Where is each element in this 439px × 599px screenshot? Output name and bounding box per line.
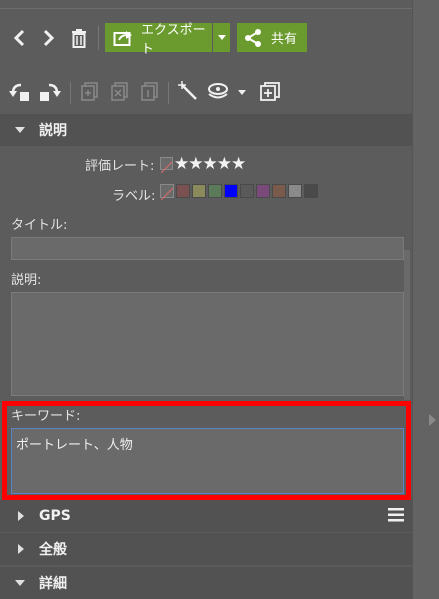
title-field[interactable] — [11, 237, 404, 260]
expand-icon — [18, 544, 24, 554]
keywords-field[interactable]: ポートレート、人物 — [11, 428, 404, 494]
menu-icon[interactable] — [386, 505, 406, 525]
collapse-icon — [15, 580, 25, 586]
toolbar-separator — [168, 82, 169, 104]
section-description-title: 説明 — [39, 123, 67, 139]
trash-icon[interactable] — [68, 26, 90, 50]
share-icon — [243, 28, 263, 48]
label-color-swatch[interactable] — [176, 184, 190, 198]
expand-icon — [18, 511, 24, 521]
collapse-icon — [15, 127, 25, 133]
presets-icon[interactable] — [207, 80, 231, 104]
label-color-swatch[interactable] — [272, 184, 286, 198]
chevron-right-icon[interactable] — [40, 26, 58, 50]
rotate-left-icon[interactable] — [8, 80, 34, 104]
caret-down-icon — [217, 35, 226, 40]
remove-version-icon — [110, 81, 130, 103]
export-icon — [113, 29, 133, 47]
section-details-title: 詳細 — [39, 576, 67, 592]
toolbar-separator — [70, 82, 71, 104]
rating-label: 評価レート: — [85, 159, 155, 174]
rating-stars[interactable]: ★★★★★ — [174, 154, 246, 174]
label-color-swatch[interactable] — [304, 184, 318, 198]
chevron-left-icon[interactable] — [10, 26, 28, 50]
panel-collapse-strip[interactable] — [412, 0, 439, 599]
section-gps-header[interactable]: GPS — [0, 500, 412, 532]
label-color-swatch[interactable] — [208, 184, 222, 198]
description-field[interactable] — [11, 292, 404, 396]
section-general-title: 全般 — [39, 542, 67, 558]
section-general-header[interactable]: 全般 — [0, 533, 412, 565]
share-label: 共有 — [271, 32, 298, 47]
export-button[interactable]: エクスポート — [105, 23, 212, 57]
share-button[interactable]: 共有 — [237, 23, 307, 52]
add-to-album-icon[interactable] — [256, 80, 282, 104]
export-label: エクスポート — [141, 22, 206, 57]
title-label: タイトル: — [11, 218, 68, 233]
keywords-label: キーワード: — [11, 409, 81, 424]
label-color-swatch[interactable] — [256, 184, 270, 198]
label-color-swatch[interactable] — [240, 184, 254, 198]
toolbar-separator — [98, 26, 99, 50]
magic-wand-icon[interactable] — [177, 80, 201, 104]
section-description-header[interactable]: 説明 — [0, 114, 412, 146]
no-label-icon[interactable] — [160, 184, 174, 201]
version-number-icon — [140, 81, 160, 103]
top-divider — [0, 8, 412, 9]
label-color-swatch[interactable] — [288, 184, 302, 198]
collapse-arrow-icon[interactable] — [429, 414, 436, 426]
label-color-swatch[interactable] — [192, 184, 206, 198]
section-gps-title: GPS — [39, 508, 71, 524]
description-label: 説明: — [11, 273, 42, 288]
rotate-right-icon[interactable] — [36, 80, 62, 104]
panel-scrollbar[interactable] — [404, 250, 410, 400]
label-color-swatch[interactable] — [224, 184, 238, 198]
caret-down-icon[interactable] — [235, 86, 249, 98]
label-label: ラベル: — [112, 189, 156, 204]
no-rating-icon[interactable] — [160, 157, 173, 174]
add-version-icon — [80, 81, 100, 103]
section-details-header[interactable]: 詳細 — [0, 567, 412, 599]
export-dropdown-button[interactable] — [213, 23, 230, 52]
